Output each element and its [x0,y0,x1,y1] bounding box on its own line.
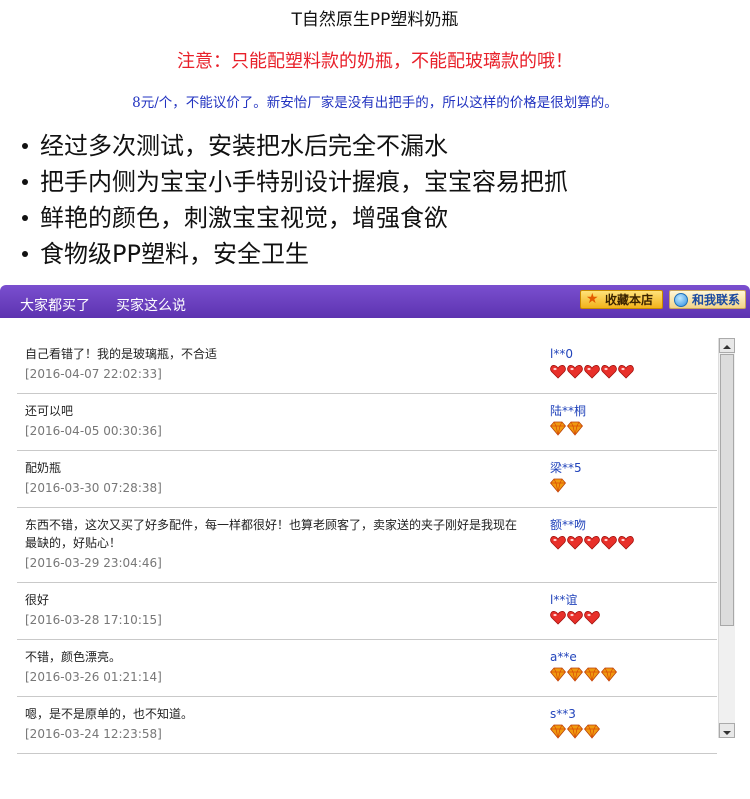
reviews-panel: 自己看错了！我的是玻璃瓶，不合适 [2016-04-07 22:02:33] l**… [0,318,750,754]
bullet-icon [22,251,28,257]
review-row: 很好 [2016-03-28 17:10:15] l**谊 [17,583,717,640]
diamond-icon [550,724,566,739]
heart-icon [567,536,583,550]
chat-icon [674,293,688,307]
reviewer-name[interactable]: a**e [550,648,618,666]
review-date: [2016-03-29 23:04:46] [25,556,162,570]
heart-icon [584,536,600,550]
reviewer-info: 陆**桐 [550,402,586,436]
review-comment: 配奶瓶 [25,461,62,475]
heart-icon [601,365,617,379]
reviewer-rank-badges [550,724,601,739]
review-comment: 很好 [25,593,50,607]
reviewer-name[interactable]: s**3 [550,705,601,723]
review-comment: 嗯，是不是原单的，也不知道。 [25,707,194,721]
feature-item: 经过多次测试，安装把水后完全不漏水 [0,128,750,164]
diamond-icon [584,667,600,682]
scroll-down-button[interactable] [719,723,735,738]
heart-icon [550,365,566,379]
review-date: [2016-03-24 12:23:58] [25,727,162,741]
price-note: 8元/个，不能议价了。新安怡厂家是没有出把手的，所以这样的价格是很划算的。 [132,95,618,111]
feature-text: 食物级PP塑料，安全卫生 [40,240,309,268]
product-title: T自然原生PP塑料奶瓶 [291,10,459,30]
review-comment: 自己看错了！我的是玻璃瓶，不合适 [25,347,218,361]
review-comment: 东西不错，这次又买了好多配件，每一样都很好！也算老顾客了，卖家送的夹子刚好是我现… [25,518,518,550]
feature-text: 把手内侧为宝宝小手特别设计握痕，宝宝容易把抓 [40,168,568,196]
warning-note: 注意：只能配塑料款的奶瓶，不能配玻璃款的哦！ [177,51,573,72]
reviewer-name[interactable]: l**谊 [550,591,601,609]
review-row: 不错，颜色漂亮。 [2016-03-26 01:21:14] a**e [17,640,717,697]
diamond-icon [550,478,566,493]
bullet-icon [22,215,28,221]
reviewer-rank-badges [550,667,618,682]
reviewer-rank-badges [550,478,582,493]
feature-list: 经过多次测试，安装把水后完全不漏水 把手内侧为宝宝小手特别设计握痕，宝宝容易把抓… [0,128,750,272]
review-row: 嗯，是不是原单的，也不知道。 [2016-03-24 12:23:58] s**3 [17,697,717,754]
reviewer-rank-badges [550,421,586,436]
scrollbar[interactable] [718,338,735,738]
favorite-shop-label: 收藏本店 [605,293,654,307]
tab-buyer-reviews[interactable]: 买家这么说 [116,295,186,315]
diamond-icon [550,421,566,436]
reviewer-name[interactable]: 陆**桐 [550,402,586,420]
heart-icon [567,365,583,379]
review-comment: 不错，颜色漂亮。 [25,650,122,664]
heart-icon [550,536,566,550]
diamond-icon [601,667,617,682]
heart-icon [567,611,583,625]
review-date: [2016-03-28 17:10:15] [25,613,162,627]
reviewer-rank-badges [550,610,601,625]
bullet-icon [22,179,28,185]
contact-seller-button[interactable]: 和我联系 [669,290,746,309]
diamond-icon [550,667,566,682]
review-date: [2016-03-30 07:28:38] [25,481,162,495]
review-row: 还可以吧 [2016-04-05 00:30:36] 陆**桐 [17,394,717,451]
tab-everyone-bought[interactable]: 大家都买了 [20,295,90,315]
review-row: 东西不错，这次又买了好多配件，每一样都很好！也算老顾客了，卖家送的夹子刚好是我现… [17,508,717,583]
review-list: 自己看错了！我的是玻璃瓶，不合适 [2016-04-07 22:02:33] l**… [17,337,717,754]
feature-item: 把手内侧为宝宝小手特别设计握痕，宝宝容易把抓 [0,164,750,200]
review-date: [2016-04-05 00:30:36] [25,424,162,438]
reviewer-info: 额**吻 [550,516,635,550]
review-row: 自己看错了！我的是玻璃瓶，不合适 [2016-04-07 22:02:33] l**… [17,337,717,394]
heart-icon [618,536,634,550]
diamond-icon [567,421,583,436]
reviewer-info: s**3 [550,705,601,739]
reviewer-name[interactable]: 额**吻 [550,516,635,534]
review-comment: 还可以吧 [25,404,74,418]
feature-item: 鲜艳的颜色，刺激宝宝视觉，增强食欲 [0,200,750,236]
diamond-icon [584,724,600,739]
reviewer-rank-badges [550,535,635,550]
review-row: 配奶瓶 [2016-03-30 07:28:38] 梁**5 [17,451,717,508]
scrollbar-thumb[interactable] [720,354,734,626]
reviewer-rank-badges [550,364,635,379]
heart-icon [584,611,600,625]
favorite-shop-button[interactable]: ★ 收藏本店 [580,290,663,309]
star-icon: ★ [586,291,599,307]
feature-text: 经过多次测试，安装把水后完全不漏水 [40,132,448,160]
heart-icon [618,365,634,379]
heart-icon [550,611,566,625]
scroll-up-button[interactable] [719,338,735,353]
reviewer-info: 梁**5 [550,459,582,493]
reviewer-info: l**0 [550,345,635,379]
bullet-icon [22,143,28,149]
heart-icon [601,536,617,550]
diamond-icon [567,667,583,682]
heart-icon [584,365,600,379]
feature-text: 鲜艳的颜色，刺激宝宝视觉，增强食欲 [40,204,448,232]
reviewer-name[interactable]: l**0 [550,345,635,363]
contact-seller-label: 和我联系 [692,293,741,307]
diamond-icon [567,724,583,739]
reviews-tab-bar: 大家都买了 买家这么说 ★ 收藏本店 和我联系 [0,285,750,318]
reviewer-info: l**谊 [550,591,601,625]
feature-item: 食物级PP塑料，安全卫生 [0,236,750,272]
reviewer-info: a**e [550,648,618,682]
reviewer-name[interactable]: 梁**5 [550,459,582,477]
